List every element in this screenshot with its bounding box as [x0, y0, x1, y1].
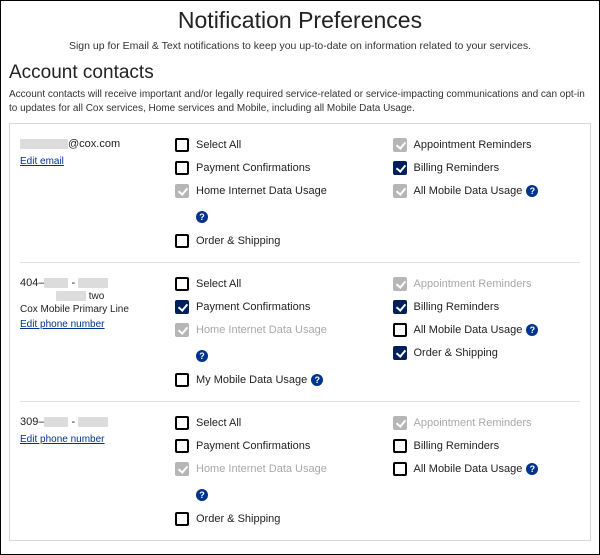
- label-order-shipping: Order & Shipping: [196, 234, 280, 248]
- contact-sub2: Cox Mobile Primary Line: [20, 304, 175, 315]
- label-billing-reminders: Billing Reminders: [414, 161, 500, 175]
- label-home-internet-data: Home Internet Data Usage: [196, 323, 327, 337]
- label-all-mobile-data: All Mobile Data Usage: [414, 184, 523, 198]
- help-icon[interactable]: [196, 211, 208, 223]
- help-icon[interactable]: [196, 350, 208, 362]
- label-billing-reminders: Billing Reminders: [414, 300, 500, 314]
- checkbox-payment-confirmations[interactable]: [175, 300, 189, 314]
- help-icon[interactable]: [526, 463, 538, 475]
- label-payment-confirmations: Payment Confirmations: [196, 161, 310, 175]
- label-home-internet-data: Home Internet Data Usage: [196, 462, 327, 476]
- redacted-text: [44, 278, 68, 288]
- help-icon[interactable]: [311, 374, 323, 386]
- checkbox-all-mobile-data[interactable]: [393, 462, 407, 476]
- checkbox-order-shipping[interactable]: [175, 234, 189, 248]
- checkbox-payment-confirmations[interactable]: [175, 439, 189, 453]
- label-appointment-reminders: Appointment Reminders: [414, 138, 532, 152]
- checkbox-select-all[interactable]: [175, 416, 189, 430]
- phone-prefix: 404–: [20, 277, 44, 289]
- checkbox-order-shipping[interactable]: [393, 346, 407, 360]
- redacted-text: [44, 417, 68, 427]
- edit-email-link[interactable]: Edit email: [20, 156, 64, 167]
- redacted-text: [56, 291, 86, 301]
- edit-phone-link[interactable]: Edit phone number: [20, 319, 105, 330]
- checkbox-order-shipping[interactable]: [175, 512, 189, 526]
- checkbox-appointment-reminders[interactable]: [393, 277, 407, 291]
- checkbox-billing-reminders[interactable]: [393, 300, 407, 314]
- redacted-text: [20, 139, 68, 149]
- label-all-mobile-data: All Mobile Data Usage: [414, 323, 523, 337]
- checkbox-home-internet-data[interactable]: [175, 184, 189, 198]
- label-billing-reminders: Billing Reminders: [414, 439, 500, 453]
- checkbox-select-all[interactable]: [175, 277, 189, 291]
- checkbox-select-all[interactable]: [175, 138, 189, 152]
- label-select-all: Select All: [196, 138, 241, 152]
- contact-row: 309– - Edit phone number Select All Paym…: [20, 401, 580, 540]
- contact-sub1: two: [89, 291, 105, 302]
- label-payment-confirmations: Payment Confirmations: [196, 439, 310, 453]
- checkbox-billing-reminders[interactable]: [393, 161, 407, 175]
- contact-info: 404– - two Cox Mobile Primary Line Edit …: [20, 277, 175, 387]
- help-icon[interactable]: [526, 185, 538, 197]
- label-appointment-reminders: Appointment Reminders: [414, 277, 532, 291]
- contacts-panel: @cox.com Edit email Select All Payment C…: [9, 123, 591, 541]
- label-appointment-reminders: Appointment Reminders: [414, 416, 532, 430]
- help-icon[interactable]: [196, 489, 208, 501]
- label-home-internet-data: Home Internet Data Usage: [196, 184, 327, 198]
- redacted-text: [78, 278, 108, 288]
- label-select-all: Select All: [196, 416, 241, 430]
- email-suffix: @cox.com: [68, 138, 120, 150]
- checkbox-my-mobile-data[interactable]: [175, 373, 189, 387]
- label-select-all: Select All: [196, 277, 241, 291]
- contact-row: @cox.com Edit email Select All Payment C…: [20, 124, 580, 262]
- label-my-mobile-data: My Mobile Data Usage: [196, 373, 307, 387]
- phone-prefix: 309–: [20, 416, 44, 428]
- contact-row: 404– - two Cox Mobile Primary Line Edit …: [20, 262, 580, 401]
- label-all-mobile-data: All Mobile Data Usage: [414, 462, 523, 476]
- checkbox-home-internet-data[interactable]: [175, 323, 189, 337]
- contact-info: 309– - Edit phone number: [20, 416, 175, 526]
- label-order-shipping: Order & Shipping: [196, 512, 280, 526]
- page-title: Notification Preferences: [9, 7, 591, 34]
- account-contacts-heading: Account contacts: [9, 62, 591, 84]
- checkbox-all-mobile-data[interactable]: [393, 323, 407, 337]
- help-icon[interactable]: [526, 324, 538, 336]
- edit-phone-link[interactable]: Edit phone number: [20, 434, 105, 445]
- checkbox-home-internet-data[interactable]: [175, 462, 189, 476]
- contact-info: @cox.com Edit email: [20, 138, 175, 248]
- page-subtitle: Sign up for Email & Text notifications t…: [9, 40, 591, 52]
- account-contacts-description: Account contacts will receive important …: [9, 88, 591, 115]
- checkbox-payment-confirmations[interactable]: [175, 161, 189, 175]
- redacted-text: [78, 417, 108, 427]
- checkbox-appointment-reminders[interactable]: [393, 416, 407, 430]
- checkbox-billing-reminders[interactable]: [393, 439, 407, 453]
- checkbox-appointment-reminders[interactable]: [393, 138, 407, 152]
- label-payment-confirmations: Payment Confirmations: [196, 300, 310, 314]
- checkbox-all-mobile-data[interactable]: [393, 184, 407, 198]
- label-order-shipping: Order & Shipping: [414, 346, 498, 360]
